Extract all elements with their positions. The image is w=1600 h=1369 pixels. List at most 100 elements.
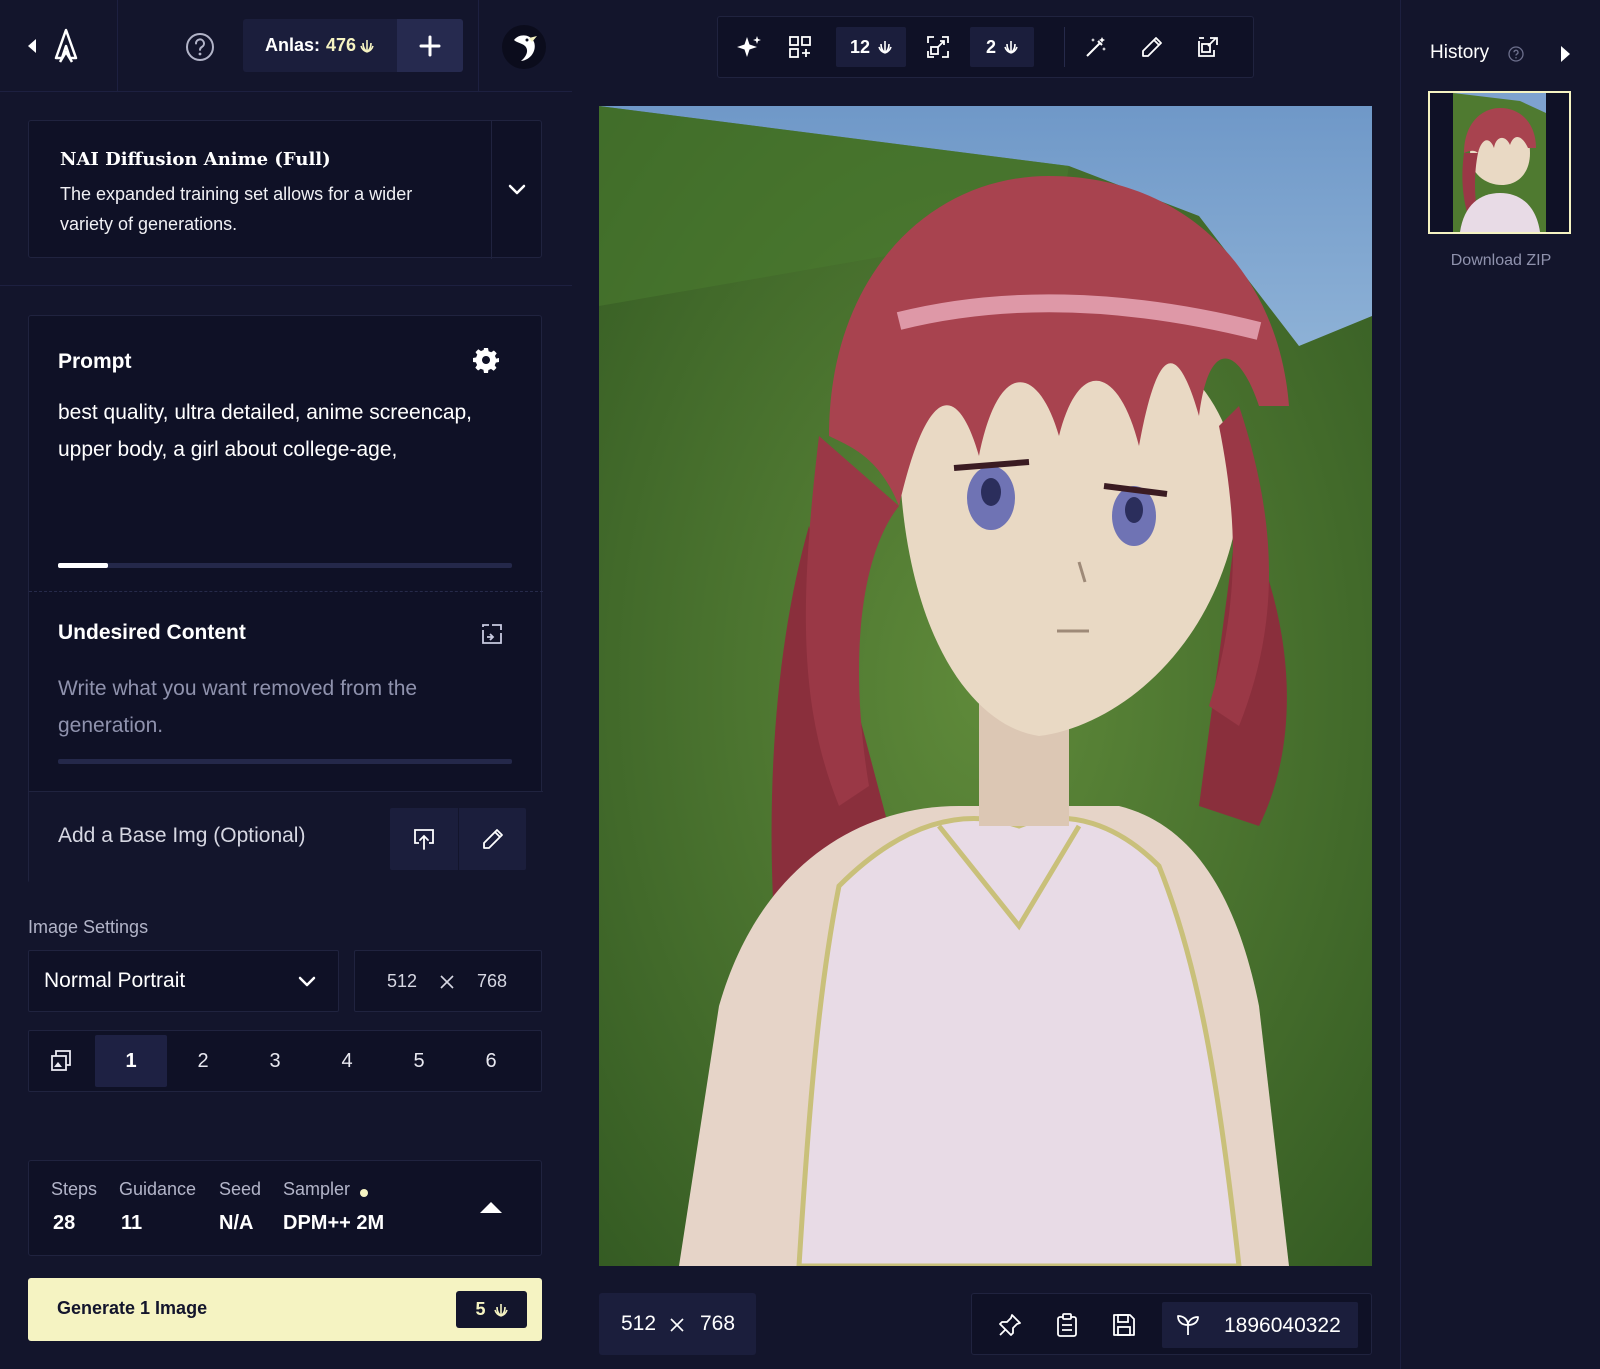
sampler-label: Sampler bbox=[283, 1179, 351, 1199]
clipboard-icon[interactable] bbox=[1047, 1305, 1087, 1345]
steps-value: 28 bbox=[53, 1212, 76, 1234]
image-toolbar: 12 2 bbox=[717, 16, 1254, 78]
history-help-icon[interactable] bbox=[1507, 45, 1525, 63]
undesired-input[interactable]: Write what you want removed from the gen… bbox=[58, 670, 478, 744]
canvas-height: 768 bbox=[700, 1312, 736, 1335]
save-icon[interactable] bbox=[1104, 1305, 1144, 1345]
divider bbox=[0, 285, 572, 286]
anlas-icon bbox=[1004, 40, 1018, 54]
model-selector[interactable]: NAI Diffusion Anime (Full) The expanded … bbox=[28, 120, 543, 259]
upload-icon[interactable] bbox=[390, 808, 458, 870]
divider bbox=[117, 0, 118, 92]
chevron-left-icon[interactable] bbox=[22, 32, 42, 60]
upscale-cost-value: 2 bbox=[985, 36, 996, 57]
model-name: NAI Diffusion Anime (Full) bbox=[60, 149, 331, 170]
seed-value: N/A bbox=[219, 1212, 254, 1234]
inpaint-icon[interactable] bbox=[1132, 27, 1172, 67]
generate-cost-value: 5 bbox=[475, 1299, 486, 1319]
sampler-indicator bbox=[360, 1189, 368, 1197]
base-image-buttons bbox=[390, 808, 526, 870]
image-count-selector: 1 2 3 4 5 6 bbox=[28, 1030, 542, 1092]
chevron-right-icon[interactable] bbox=[1553, 40, 1577, 68]
count-option-6[interactable]: 6 bbox=[455, 1035, 527, 1087]
canvas-dimensions: 512 768 bbox=[599, 1293, 756, 1355]
variations-cost: 12 bbox=[836, 27, 906, 67]
prompt-token-fill bbox=[58, 563, 108, 568]
history-title: History bbox=[1430, 42, 1489, 64]
anlas-icon bbox=[878, 40, 892, 54]
generate-label: Generate 1 Image bbox=[57, 1298, 208, 1318]
magic-wand-icon[interactable] bbox=[1076, 27, 1116, 67]
anlas-icon bbox=[360, 39, 374, 53]
plus-icon bbox=[419, 35, 441, 57]
dimensions-input: 512 768 bbox=[354, 950, 542, 1012]
generation-params[interactable]: Steps 28 Guidance 11 Seed N/A Sampler DP… bbox=[28, 1160, 542, 1256]
resolution-preset-select[interactable]: Normal Portrait bbox=[28, 950, 339, 1012]
import-icon[interactable] bbox=[477, 619, 507, 649]
gear-icon[interactable] bbox=[469, 343, 503, 377]
images-icon bbox=[37, 1035, 85, 1087]
image-settings-label: Image Settings bbox=[28, 917, 149, 937]
base-image-label: Add a Base Img (Optional) bbox=[58, 824, 306, 847]
chevron-down-icon bbox=[295, 971, 319, 993]
sampler-value: DPM++ 2M bbox=[283, 1212, 385, 1234]
generate-cost: 5 bbox=[456, 1291, 527, 1328]
export-icon[interactable] bbox=[1188, 27, 1228, 67]
generated-image[interactable] bbox=[599, 106, 1372, 1266]
count-option-5[interactable]: 5 bbox=[383, 1035, 455, 1087]
divider bbox=[29, 591, 543, 592]
avatar-icon[interactable] bbox=[501, 24, 547, 70]
history-thumbnail[interactable] bbox=[1428, 91, 1571, 234]
seed-value: 1896040322 bbox=[1224, 1314, 1341, 1337]
anlas-value: 476 bbox=[326, 35, 357, 55]
width-input[interactable]: 512 bbox=[387, 971, 417, 992]
guidance-value: 11 bbox=[121, 1212, 143, 1234]
generate-button[interactable]: Generate 1 Image 5 bbox=[28, 1278, 542, 1341]
upscale-cost: 2 bbox=[970, 27, 1034, 67]
upscale-icon[interactable] bbox=[918, 27, 958, 67]
help-icon[interactable] bbox=[183, 30, 217, 64]
count-option-2[interactable]: 2 bbox=[167, 1035, 239, 1087]
divider bbox=[478, 0, 479, 92]
seed-label: Seed bbox=[219, 1179, 262, 1199]
prompt-title: Prompt bbox=[58, 350, 132, 373]
canvas-width: 512 bbox=[621, 1312, 657, 1335]
base-image-row: Add a Base Img (Optional) bbox=[29, 791, 543, 884]
novelai-logo-icon[interactable] bbox=[50, 26, 82, 66]
steps-label: Steps bbox=[51, 1179, 98, 1199]
count-option-4[interactable]: 4 bbox=[311, 1035, 383, 1087]
anlas-balance: Anlas: 476 bbox=[243, 19, 397, 72]
variations-icon[interactable] bbox=[780, 27, 820, 67]
preset-value: Normal Portrait bbox=[44, 969, 186, 992]
model-description: The expanded training set allows for a w… bbox=[60, 184, 413, 234]
anlas-icon bbox=[493, 1303, 508, 1317]
pin-icon[interactable] bbox=[990, 1305, 1030, 1345]
variations-cost-value: 12 bbox=[849, 36, 871, 57]
divider bbox=[1064, 27, 1065, 67]
top-bar: Anlas: 476 bbox=[0, 0, 572, 92]
undesired-token-bar bbox=[58, 759, 512, 764]
history-label: History bbox=[1430, 42, 1490, 63]
left-sidebar: Anlas: 476 NAI Diffusion Anime (Full) Th… bbox=[0, 0, 572, 1369]
prompt-panel: Prompt best quality, ultra detailed, ani… bbox=[28, 315, 543, 884]
chevron-down-icon[interactable] bbox=[491, 121, 543, 259]
download-zip-link[interactable]: Download ZIP bbox=[1401, 252, 1600, 270]
count-option-1[interactable]: 1 bbox=[95, 1035, 167, 1087]
chevron-up-icon[interactable] bbox=[477, 1195, 505, 1219]
close-icon bbox=[437, 972, 457, 992]
prompt-token-bar bbox=[58, 563, 512, 568]
anlas-label: Anlas: bbox=[265, 35, 321, 55]
prompt-input[interactable]: best quality, ultra detailed, anime scre… bbox=[58, 394, 513, 468]
history-panel: History Download ZIP bbox=[1400, 0, 1600, 1369]
count-option-3[interactable]: 3 bbox=[239, 1035, 311, 1087]
buy-anlas-button[interactable] bbox=[397, 19, 463, 72]
undesired-title: Undesired Content bbox=[58, 621, 246, 644]
seed-display[interactable]: 1896040322 bbox=[1162, 1302, 1358, 1348]
seed-icon bbox=[1176, 1313, 1200, 1337]
pencil-icon[interactable] bbox=[459, 808, 526, 870]
close-icon bbox=[667, 1315, 687, 1335]
guidance-label: Guidance bbox=[119, 1179, 197, 1199]
sparkle-icon[interactable] bbox=[730, 27, 770, 67]
image-actions: 1896040322 bbox=[971, 1293, 1372, 1355]
height-input[interactable]: 768 bbox=[477, 971, 507, 992]
